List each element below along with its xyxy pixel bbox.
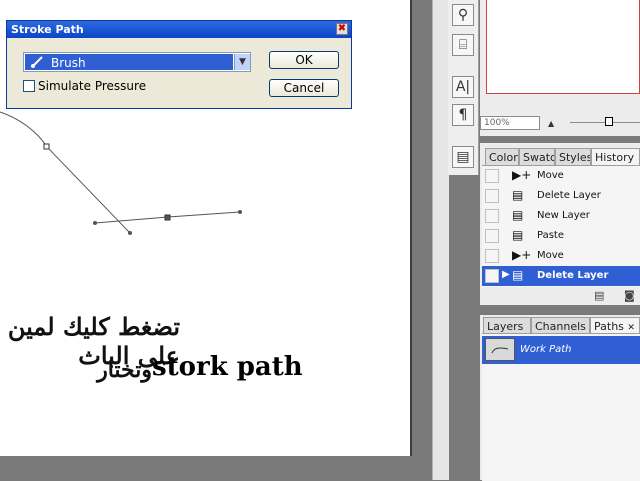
anchor-point — [43, 143, 50, 150]
layer-icon: ▤ — [512, 208, 524, 222]
simulate-pressure-checkbox[interactable] — [23, 80, 35, 92]
panel-dock-divider[interactable] — [432, 0, 449, 480]
history-item-label: Move — [537, 250, 564, 261]
history-footer: ▤ ◙ — [480, 287, 640, 305]
panel-gap — [480, 305, 640, 315]
history-brush-icon[interactable]: ▤ — [452, 146, 474, 168]
tab-history[interactable]: History ✕ — [591, 148, 640, 165]
tab-color[interactable]: Color — [485, 148, 519, 165]
zoom-slider-thumb[interactable] — [604, 117, 613, 126]
history-snapshot-box[interactable] — [485, 169, 499, 183]
handle-point — [128, 231, 132, 235]
panel-gap — [480, 136, 640, 143]
cancel-button[interactable]: Cancel — [269, 79, 339, 97]
anchor-point — [164, 214, 171, 221]
layers-panel-group: Layers Channels Paths ✕ Work Path — [480, 315, 640, 481]
workspace-background — [0, 456, 432, 480]
instruction-arabic-line2: وتختار — [97, 357, 152, 383]
panel-icon-toolbar: ⚲ ⌸ A| ¶ ▤ — [448, 0, 479, 175]
zoom-out-icon[interactable]: ▲ — [548, 119, 554, 128]
history-item[interactable]: ▤ Paste — [482, 226, 640, 246]
new-document-icon[interactable]: ▤ — [594, 289, 604, 302]
navigator-panel: 100% ▲ — [480, 0, 640, 136]
path-selection-icon[interactable]: ⌸ — [452, 34, 474, 56]
paragraph-icon[interactable]: ¶ — [452, 104, 474, 126]
path-curve — [0, 111, 131, 234]
path-thumbnail — [485, 338, 515, 361]
tab-styles[interactable]: Styles — [555, 148, 591, 165]
history-item[interactable]: ▶+ Move — [482, 166, 640, 186]
history-item[interactable]: ▤ Delete Layer — [482, 186, 640, 206]
history-state-arrow-icon: ▶ — [502, 269, 510, 280]
history-snapshot-box[interactable] — [485, 209, 499, 223]
camera-icon[interactable]: ◙ — [624, 289, 635, 302]
history-item-label: Paste — [537, 230, 564, 241]
layer-icon: ▤ — [512, 188, 524, 202]
move-icon: ▶+ — [512, 168, 532, 182]
history-panel-group: Color Swatc Styles History ✕ ▶+ Move ▤ D… — [480, 143, 640, 305]
ok-button[interactable]: OK — [269, 51, 339, 69]
move-icon: ▶+ — [512, 248, 532, 262]
tab-history-label: History — [595, 151, 635, 164]
brush-icon — [31, 56, 43, 68]
paths-list: Work Path — [482, 333, 640, 481]
history-item[interactable]: ▤ New Layer — [482, 206, 640, 226]
tab-paths-label: Paths — [594, 320, 624, 333]
layer-icon: ▤ — [512, 228, 524, 242]
handle-point — [238, 210, 242, 214]
zoom-input[interactable]: 100% — [480, 116, 540, 130]
history-item-label: Move — [537, 170, 564, 181]
tool-select-value: Brush — [51, 56, 86, 70]
history-item[interactable]: ▶+ Move — [482, 246, 640, 266]
history-list: ▶+ Move ▤ Delete Layer ▤ New Layer ▤ Pas… — [482, 165, 640, 288]
handle-point — [93, 221, 97, 225]
path-item-selected[interactable]: Work Path — [482, 336, 640, 364]
history-item-label: Delete Layer — [537, 190, 601, 201]
path-preview-icon — [491, 347, 509, 354]
instruction-english: stork path — [152, 352, 303, 382]
dialog-close-button[interactable]: ✖ — [336, 23, 348, 35]
pen-icon[interactable]: ⚲ — [452, 4, 474, 26]
tab-paths[interactable]: Paths ✕ — [590, 317, 640, 334]
history-snapshot-box[interactable] — [485, 189, 499, 203]
history-item-label: New Layer — [537, 210, 590, 221]
workspace-background — [412, 0, 432, 480]
chevron-down-icon[interactable]: ▼ — [234, 54, 250, 70]
tab-channels[interactable]: Channels — [531, 317, 590, 334]
tab-swatches[interactable]: Swatc — [519, 148, 555, 165]
type-icon[interactable]: A| — [452, 76, 474, 98]
history-item-label: Delete Layer — [537, 270, 609, 281]
path-item-label: Work Path — [520, 344, 572, 355]
tool-select-value-box: Brush — [25, 54, 233, 70]
history-snapshot-box[interactable] — [485, 229, 499, 243]
close-icon[interactable]: ✕ — [627, 323, 635, 333]
dialog-title: Stroke Path — [11, 23, 84, 36]
navigator-preview[interactable] — [486, 0, 640, 94]
dialog-titlebar[interactable]: Stroke Path ✖ — [7, 21, 351, 38]
tab-layers[interactable]: Layers — [483, 317, 531, 334]
history-snapshot-box[interactable] — [485, 269, 499, 283]
history-item-selected[interactable]: ▶ ▤ Delete Layer — [482, 266, 640, 286]
layer-icon: ▤ — [512, 268, 524, 282]
stroke-path-dialog: Stroke Path ✖ Brush ▼ Simulate Pressure … — [6, 20, 352, 109]
tool-select[interactable]: Brush ▼ — [23, 52, 251, 72]
history-snapshot-box[interactable] — [485, 249, 499, 263]
simulate-pressure-label[interactable]: Simulate Pressure — [38, 79, 146, 93]
